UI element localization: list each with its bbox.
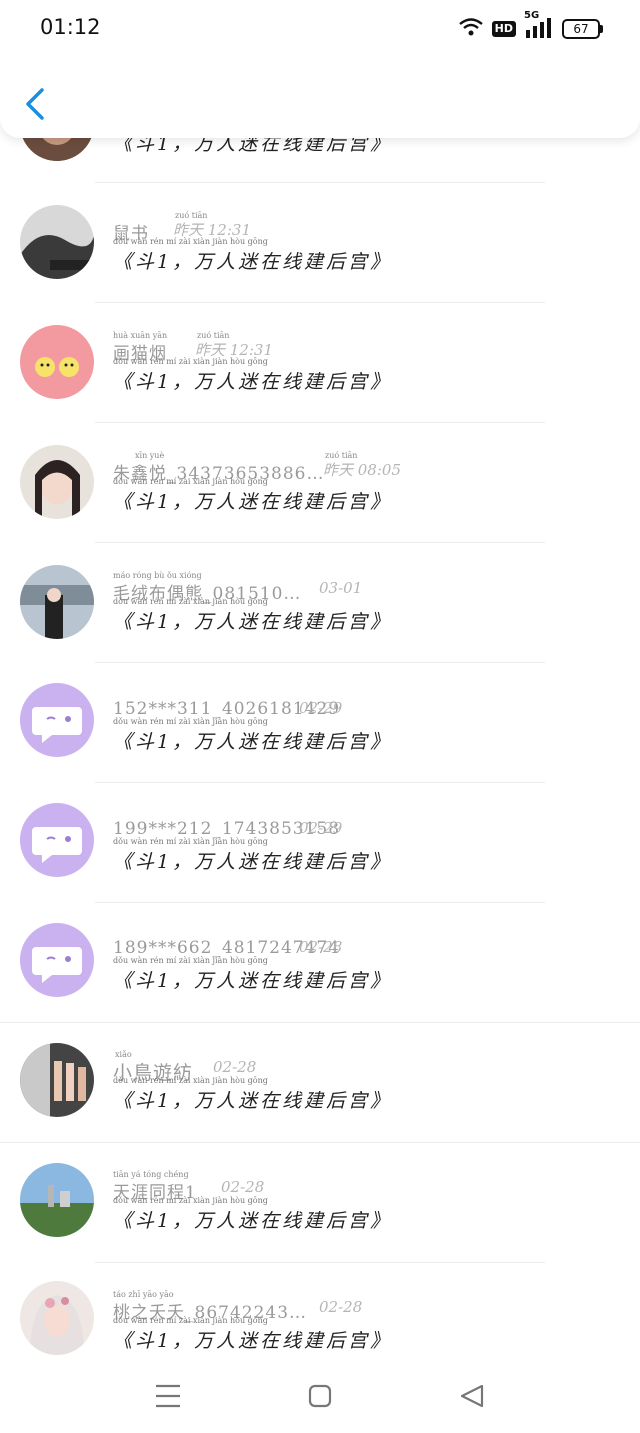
avatar <box>20 1163 94 1237</box>
message-preview: 《斗1，万人迷在线建后宫》 <box>113 491 393 513</box>
hd-badge: HD <box>491 21 516 37</box>
menu-button[interactable] <box>148 1378 188 1414</box>
message-pinyin: dǒu wàn rén mí zài xiàn jiàn hòu gōng <box>113 597 268 606</box>
list-item[interactable]: máo róng bù ǒu xióng 毛绒布偶熊_081510… 03-01… <box>0 543 640 663</box>
chevron-left-icon <box>26 88 44 120</box>
list-item[interactable]: tiān yá tóng chéng 天涯同程1 02-28 dǒu wàn r… <box>0 1143 640 1263</box>
avatar <box>20 1281 94 1355</box>
avatar <box>20 565 94 639</box>
list-item[interactable]: 鼠书 zuó tiān 昨天 12:31 dǒu wàn rén mí zài … <box>0 183 640 303</box>
avatar <box>20 325 94 399</box>
menu-icon <box>156 1384 180 1408</box>
message-preview: 《斗1，万人迷在线建后宫》 <box>113 611 393 633</box>
timestamp: 02-28 <box>299 938 343 956</box>
timestamp: 02-28 <box>221 1178 265 1196</box>
timestamp: 02-29 <box>299 819 343 837</box>
avatar <box>20 923 94 997</box>
message-pinyin: dǒu wàn rén mí zài xiàn jiàn hòu gōng <box>113 956 268 965</box>
message-preview: 《斗1，万人迷在线建后宫》 <box>113 970 393 992</box>
home-button[interactable] <box>300 1378 340 1414</box>
timestamp: 02-28 <box>213 1058 257 1076</box>
wifi-icon <box>458 17 484 41</box>
message-pinyin: dǒu wàn rén mí zài xiàn jiàn hòu gōng <box>113 237 268 246</box>
battery-icon: 67 <box>562 19 603 39</box>
list-item[interactable]: 199***212_1743853158 02-29 dǒu wàn rén m… <box>0 783 640 903</box>
back-button[interactable] <box>22 86 50 122</box>
message-pinyin: dǒu wàn rén mí zài xiàn jiàn hòu gōng <box>113 1076 268 1085</box>
back-triangle-icon <box>460 1384 484 1408</box>
message-preview: 《斗1，万人迷在线建后宫》 <box>113 1210 393 1232</box>
timestamp: 02-29 <box>299 699 343 717</box>
message-pinyin: dǒu wàn rén mí zài xiàn jiàn hòu gōng <box>113 717 268 726</box>
header: 01:12 HD 5G 67 <box>0 0 640 138</box>
avatar <box>20 683 94 757</box>
message-pinyin: dǒu wàn rén mí zài xiàn jiàn hòu gōng <box>113 1316 268 1325</box>
status-time: 01:12 <box>40 15 101 39</box>
message-preview: 《斗1，万人迷在线建后宫》 <box>113 731 393 753</box>
list-item[interactable]: xiǎo 小鳥遊紡 02-28 dǒu wàn rén mí zài xiàn … <box>0 1023 640 1143</box>
signal-icon: 5G <box>524 10 554 42</box>
avatar <box>20 205 94 279</box>
status-icons: HD 5G 67 <box>458 10 603 42</box>
message-preview: 《斗1，万人迷在线建后宫》 <box>113 371 393 393</box>
message-pinyin: dǒu wàn rén mí zài xiàn jiàn hòu gōng <box>113 837 268 846</box>
avatar <box>20 803 94 877</box>
message-preview: 《斗1，万人迷在线建后宫》 <box>113 251 393 273</box>
message-pinyin: dǒu wàn rén mí zài xiàn jiàn hòu gōng <box>113 1196 268 1205</box>
message-preview: 《斗1，万人迷在线建后宫》 <box>113 851 393 873</box>
avatar <box>20 445 94 519</box>
timestamp: 03-01 <box>319 579 363 597</box>
timestamp: 02-28 <box>319 1298 363 1316</box>
timestamp: 昨天 08:05 <box>323 461 401 479</box>
list-item[interactable]: 152***311_4026181429 02-29 dǒu wàn rén m… <box>0 663 640 783</box>
avatar <box>20 1043 94 1117</box>
message-preview: 《斗1，万人迷在线建后宫》 <box>113 1090 393 1112</box>
list-item[interactable]: xīn yuè 朱鑫悦_34373653886… zuó tiān 昨天 08:… <box>0 423 640 543</box>
message-preview: 《斗1，万人迷在线建后宫》 <box>113 1330 393 1352</box>
message-pinyin: dǒu wàn rén mí zài xiàn jiàn hòu gōng <box>113 357 268 366</box>
system-navbar <box>0 1360 640 1433</box>
message-pinyin: dǒu wàn rén mí zài xiàn jiàn hòu gōng <box>113 477 268 486</box>
list-item[interactable]: huà xuān yān 画猫烟 zuó tiān 昨天 12:31 dǒu w… <box>0 303 640 423</box>
home-square-icon <box>308 1384 332 1408</box>
nav-back-button[interactable] <box>452 1378 492 1414</box>
list-item[interactable]: 189***662_4817247474 02-28 dǒu wàn rén m… <box>0 903 640 1023</box>
